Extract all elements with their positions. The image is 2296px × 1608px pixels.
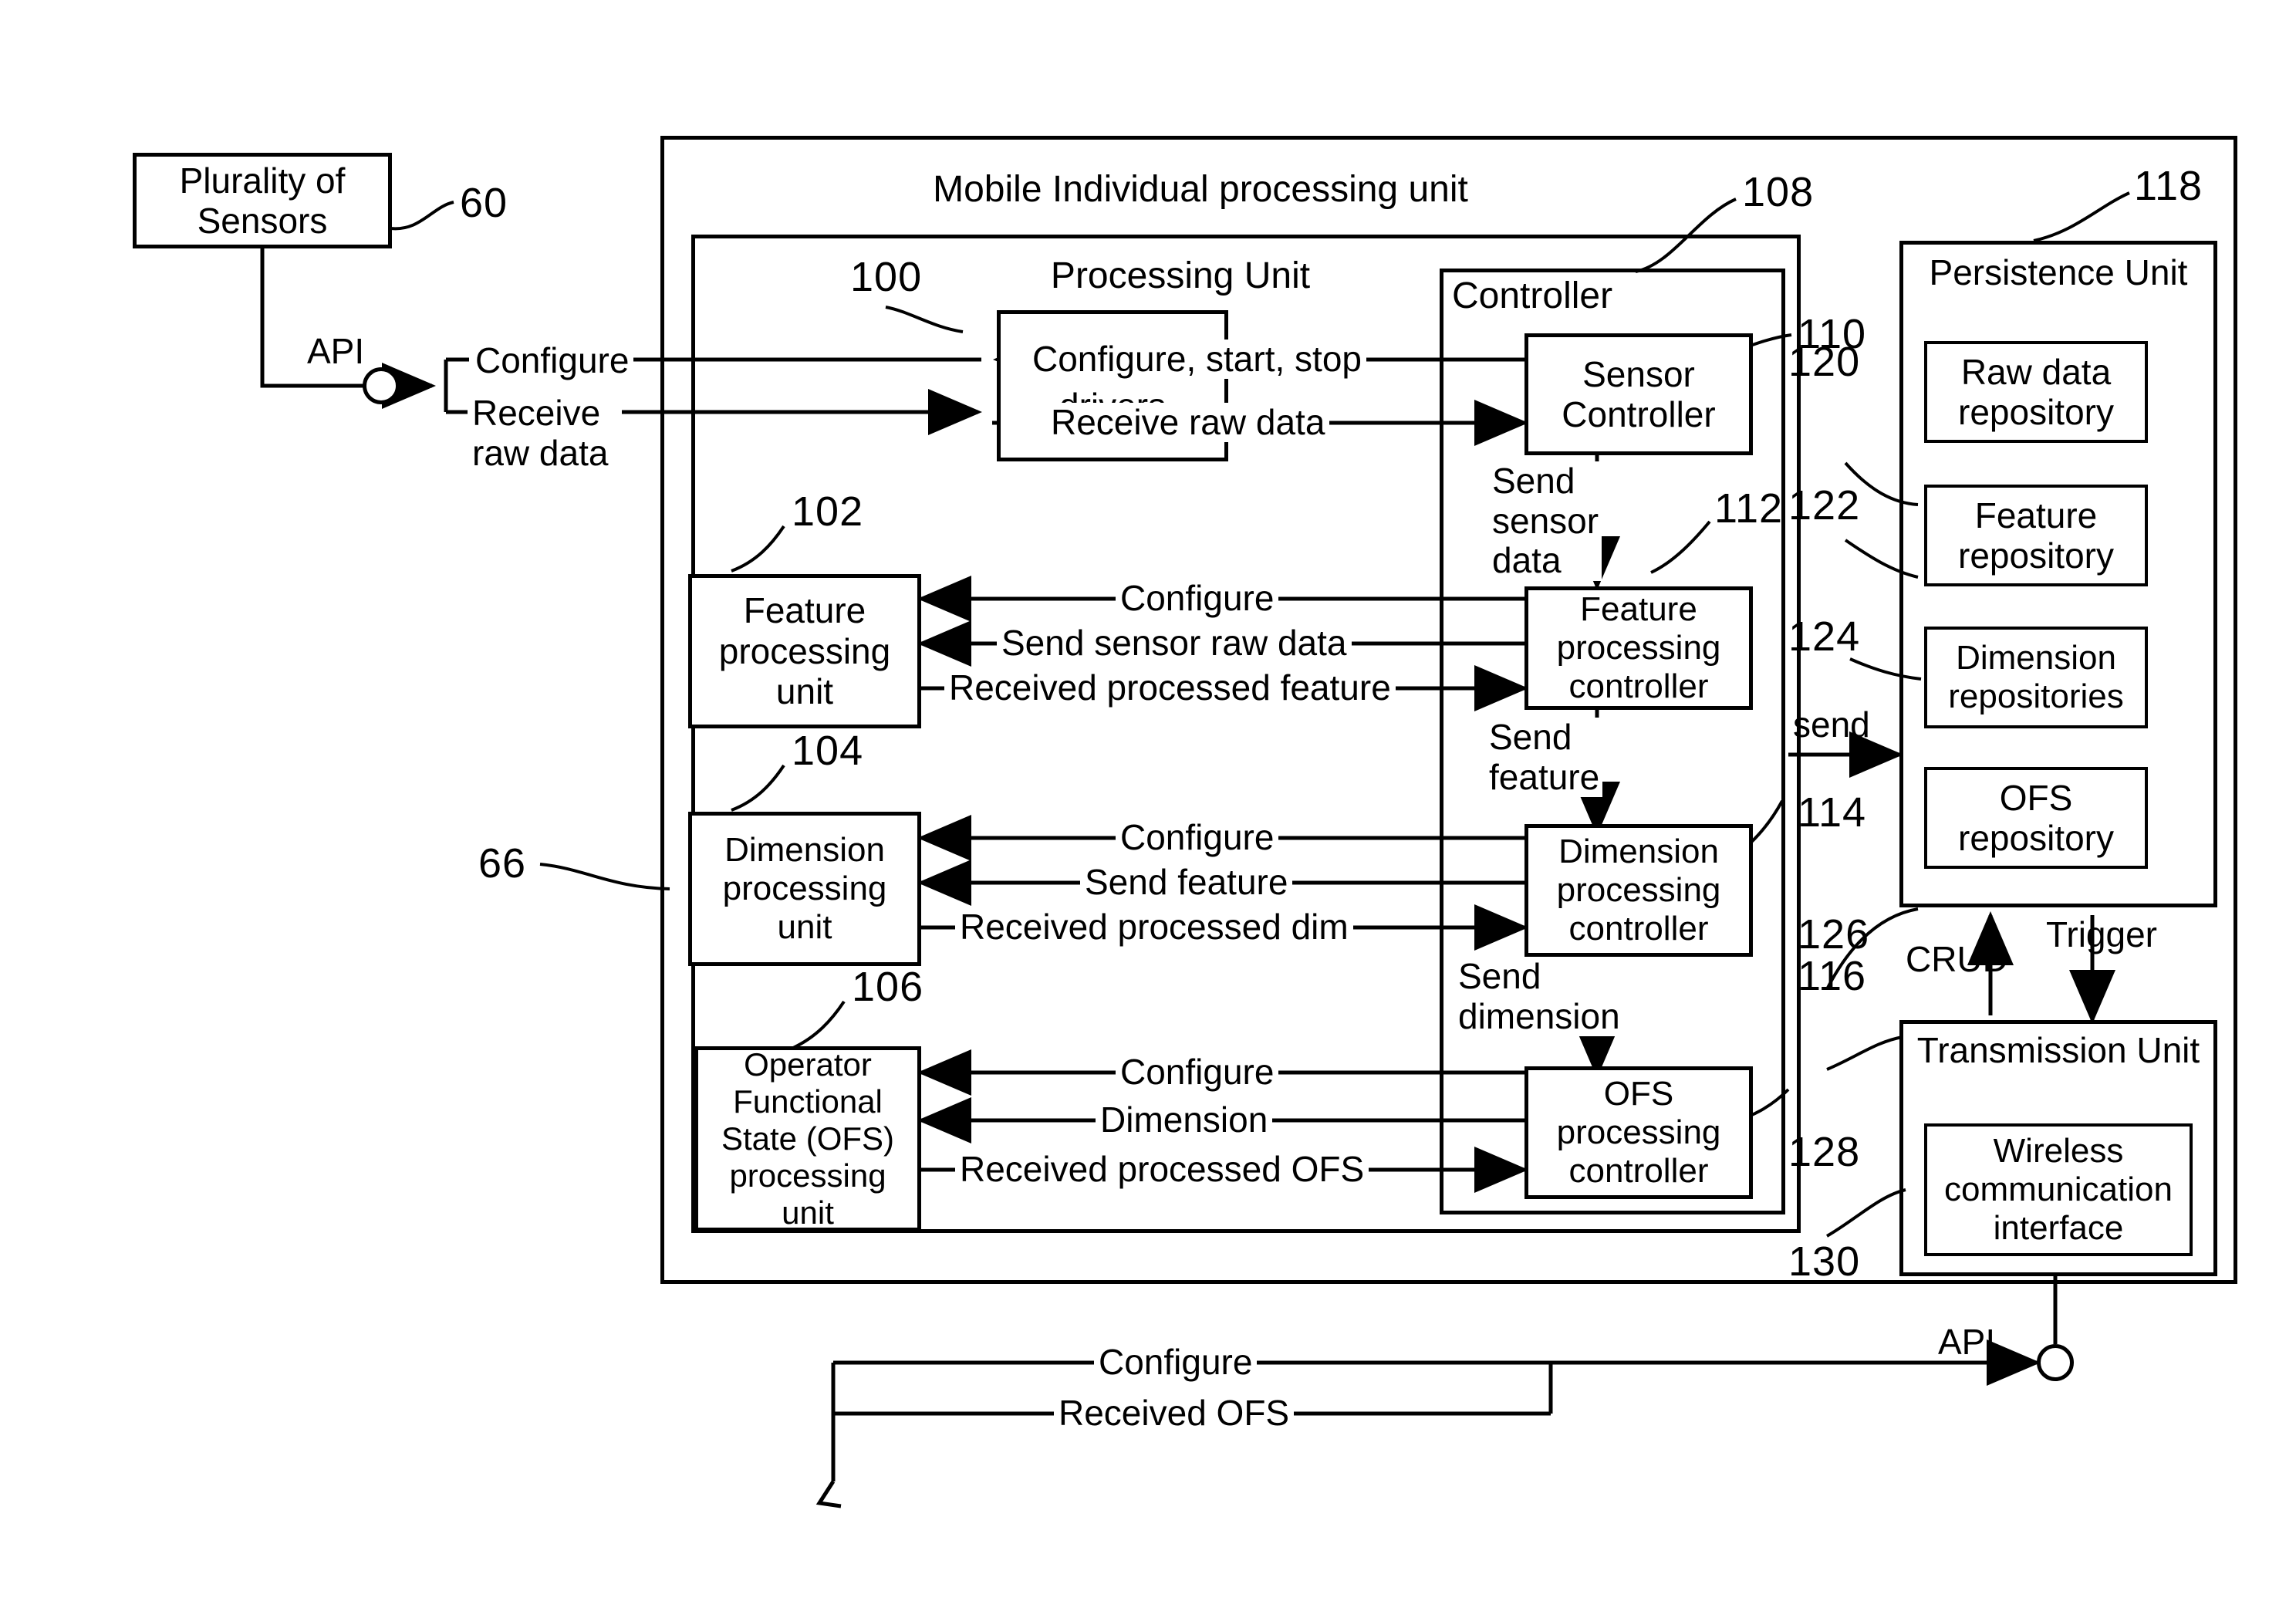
configure-dimension-label: Configure <box>1116 818 1279 857</box>
sensor-controller-label: Sensor Controller <box>1562 353 1716 434</box>
wireless-communication-interface-block: Wireless communication interface <box>1924 1123 2193 1256</box>
dimension-processing-controller-label: Dimension processing controller <box>1556 832 1721 948</box>
ref-106: 106 <box>852 964 924 1010</box>
configure-in-label: Configure <box>471 340 634 381</box>
ref-102: 102 <box>792 488 864 535</box>
ref-112: 112 <box>1714 485 1784 532</box>
crud-label: CRUD <box>1906 939 2008 979</box>
ref-118: 118 <box>2134 163 2203 209</box>
feature-repository-block: Feature repository <box>1924 485 2148 586</box>
ref-130: 130 <box>1788 1238 1861 1285</box>
ofs-repository-label: OFS repository <box>1958 777 2114 858</box>
ref-114: 114 <box>1798 789 1867 836</box>
api-bottom-label: API <box>1938 1322 1996 1362</box>
dimension-label: Dimension <box>1096 1100 1273 1140</box>
feature-processing-controller-label: Feature processing controller <box>1556 589 1721 706</box>
ref-120: 120 <box>1788 339 1861 385</box>
feature-processing-unit-label: Feature processing unit <box>718 590 891 712</box>
received-processed-dim-label: Received processed dim <box>955 907 1353 947</box>
dimension-processing-controller-block: Dimension processing controller <box>1524 824 1753 957</box>
dimension-repositories-block: Dimension repositories <box>1924 627 2148 728</box>
api-top-label: API <box>307 331 365 371</box>
processing-unit-title: Processing Unit <box>1050 255 1311 296</box>
ref-60: 60 <box>460 180 508 226</box>
ref-126: 126 <box>1798 911 1870 958</box>
received-ofs-bottom-label: Received OFS <box>1054 1393 1295 1433</box>
controller-title: Controller <box>1452 275 1613 316</box>
mobile-unit-title: Mobile Individual processing unit <box>933 169 1468 210</box>
ofs-repository-block: OFS repository <box>1924 767 2148 869</box>
ref-128: 128 <box>1788 1129 1861 1175</box>
ref-108: 108 <box>1742 169 1815 215</box>
transmission-unit-title: Transmission Unit <box>1916 1030 2200 1070</box>
ofs-processing-controller-block: OFS processing controller <box>1524 1066 1753 1199</box>
api-top-circle <box>363 367 400 404</box>
dimension-processing-unit-label: Dimension processing unit <box>722 830 887 947</box>
ref-66: 66 <box>478 840 527 887</box>
feature-repository-label: Feature repository <box>1958 495 2114 576</box>
ofs-processing-controller-label: OFS processing controller <box>1556 1074 1721 1191</box>
dimension-processing-unit-block: Dimension processing unit <box>688 812 921 966</box>
configure-ofs-label: Configure <box>1116 1052 1279 1092</box>
received-processed-ofs-label: Received processed OFS <box>955 1150 1369 1189</box>
configure-feature-label: Configure <box>1116 579 1279 618</box>
ofs-processing-unit-label: Operator Functional State (OFS) processi… <box>721 1046 895 1231</box>
ofs-processing-unit-block: Operator Functional State (OFS) processi… <box>694 1046 921 1231</box>
send-feature-label: Send feature <box>1080 863 1293 902</box>
send-sensor-data-label: Send sensor data <box>1489 461 1602 581</box>
ref-104: 104 <box>792 728 864 774</box>
patent-figure: Plurality of Sensors 60 API Configure Re… <box>0 0 2296 1608</box>
plurality-of-sensors-block: Plurality of Sensors <box>133 153 392 248</box>
ref-124: 124 <box>1788 613 1861 660</box>
trigger-label: Trigger <box>2046 914 2157 954</box>
send-to-persistence-label: send <box>1793 704 1870 745</box>
raw-data-repository-label: Raw data repository <box>1958 351 2114 432</box>
dimension-repositories-label: Dimension repositories <box>1948 638 2124 715</box>
receive-raw-data-in-label: Receive raw data <box>468 393 613 474</box>
persistence-unit-title: Persistence Unit <box>1929 252 2188 292</box>
configure-start-stop-label: Configure, start, stop <box>1028 340 1366 379</box>
raw-data-repository-block: Raw data repository <box>1924 341 2148 443</box>
feature-processing-controller-block: Feature processing controller <box>1524 586 1753 710</box>
ref-100: 100 <box>850 254 923 300</box>
send-sensor-raw-data-label: Send sensor raw data <box>997 623 1352 663</box>
send-feature-down-label: Send feature <box>1486 717 1603 798</box>
ref-122: 122 <box>1788 482 1861 529</box>
api-bottom-circle <box>2037 1344 2074 1381</box>
feature-processing-unit-block: Feature processing unit <box>688 574 921 728</box>
send-dimension-down-label: Send dimension <box>1455 956 1623 1037</box>
received-processed-feature-label: Received processed feature <box>944 668 1396 708</box>
wireless-communication-interface-label: Wireless communication interface <box>1944 1131 2173 1248</box>
ref-116: 116 <box>1798 953 1867 999</box>
plurality-of-sensors-label: Plurality of Sensors <box>179 160 346 241</box>
configure-bottom-label: Configure <box>1094 1343 1258 1382</box>
sensor-controller-block: Sensor Controller <box>1524 333 1753 455</box>
receive-raw-data-label: Receive raw data <box>1046 403 1330 442</box>
